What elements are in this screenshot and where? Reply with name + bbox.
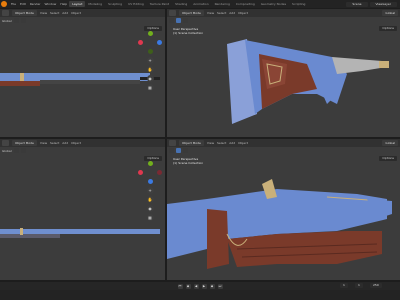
tab-modeling[interactable]: Modeling [85, 1, 105, 7]
tab-compositing[interactable]: Compositing [233, 1, 258, 7]
menu-file[interactable]: File [9, 2, 18, 6]
rifle-model-action-closeup [167, 179, 392, 269]
neg-x-axis-icon[interactable] [157, 170, 162, 175]
blender-logo-icon[interactable] [1, 1, 7, 7]
pan-hand-icon[interactable]: ✋ [146, 196, 154, 203]
play-reverse-icon[interactable]: ◀ [193, 283, 199, 289]
viewport-top-right[interactable]: Object Mode View Select Add Object Globa… [167, 9, 400, 137]
top-bar: File Edit Render Window Help Layout Mode… [0, 0, 400, 8]
view-layer-selector[interactable]: ViewLayer [369, 1, 397, 7]
next-keyframe-icon[interactable]: ◆ [209, 283, 215, 289]
camera-icon[interactable]: ◉ [146, 75, 154, 82]
menu-edit[interactable]: Edit [18, 2, 28, 6]
rifle-model-stock-closeup [227, 39, 389, 124]
play-icon[interactable]: ▶ [201, 283, 207, 289]
tab-texture-paint[interactable]: Texture Paint [147, 1, 172, 7]
status-bar [0, 290, 400, 300]
x-axis-icon[interactable] [138, 40, 143, 45]
prev-keyframe-icon[interactable]: ◆ [185, 283, 191, 289]
y-axis-icon[interactable] [148, 161, 153, 166]
camera-icon[interactable]: ◉ [146, 205, 154, 212]
viewport-bottom-left[interactable]: Object Mode View Select Add Object Globa… [0, 139, 165, 280]
tab-scripting[interactable]: Scripting [289, 1, 308, 7]
menu-render[interactable]: Render [28, 2, 43, 6]
current-frame-field[interactable]: 1 [340, 283, 348, 288]
zoom-icon[interactable]: + [146, 187, 154, 194]
x-axis-icon[interactable] [138, 170, 143, 175]
pan-hand-icon[interactable]: ✋ [146, 66, 154, 73]
viewport-top-left[interactable]: Object Mode View Select Add Object Globa… [0, 9, 165, 137]
menu-help[interactable]: Help [58, 2, 69, 6]
scene-selector[interactable]: Scene [346, 1, 368, 7]
tab-animation[interactable]: Animation [190, 1, 211, 7]
menu-window[interactable]: Window [43, 2, 59, 6]
navigation-gizmo[interactable]: + ✋ ◉ ▦ [138, 31, 162, 93]
timeline-controls: ⏮ ◆ ◀ ▶ ◆ ⏭ 1 1 250 [0, 282, 400, 290]
zoom-icon[interactable]: + [146, 57, 154, 64]
tab-rendering[interactable]: Rendering [212, 1, 233, 7]
end-frame-field[interactable]: 250 [370, 283, 382, 288]
y-axis-icon[interactable] [148, 31, 153, 36]
jump-end-icon[interactable]: ⏭ [217, 283, 223, 289]
navigation-gizmo[interactable]: + ✋ ◉ ▦ [138, 161, 162, 223]
jump-start-icon[interactable]: ⏮ [177, 283, 183, 289]
z-axis-icon[interactable] [157, 40, 162, 45]
tab-uv-editing[interactable]: UV Editing [125, 1, 147, 7]
tab-sculpting[interactable]: Sculpting [105, 1, 125, 7]
start-frame-field[interactable]: 1 [355, 283, 363, 288]
grid-icon[interactable]: ▦ [146, 214, 154, 221]
viewport-bottom-right[interactable]: Object Mode View Select Add Object Globa… [167, 139, 400, 280]
tab-layout[interactable]: Layout [69, 1, 86, 7]
tab-geometry-nodes[interactable]: Geometry Nodes [258, 1, 289, 7]
tab-shading[interactable]: Shading [172, 1, 190, 7]
grid-icon[interactable]: ▦ [146, 84, 154, 91]
z-axis-icon[interactable] [148, 179, 153, 184]
neg-y-axis-icon[interactable] [148, 49, 153, 54]
